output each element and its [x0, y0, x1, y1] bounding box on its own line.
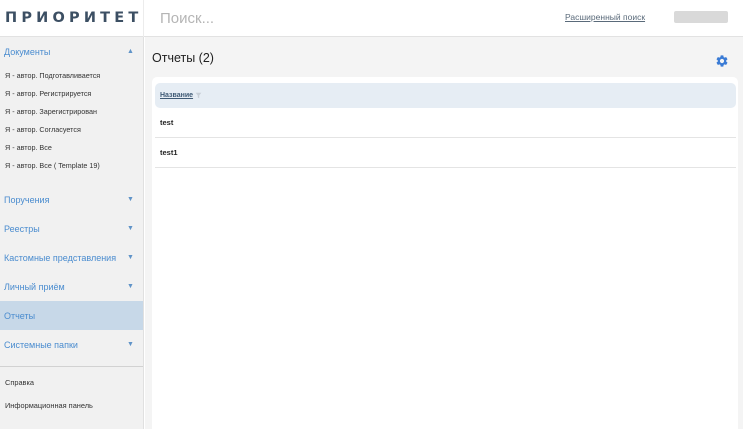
reports-table: Название test test1 [152, 77, 738, 429]
main-content: Отчеты (2) Название test test1 [145, 37, 743, 429]
chevron-down-icon[interactable]: ▼ [127, 272, 134, 301]
sidebar-section-personal-reception[interactable]: Личный приём ▼ [0, 272, 143, 301]
row-name[interactable]: test1 [160, 148, 178, 157]
sidebar-section-label: Документы [4, 46, 51, 57]
chevron-down-icon[interactable]: ▼ [127, 243, 134, 272]
sidebar-section-label: Поручения [4, 194, 50, 205]
row-name[interactable]: test [160, 118, 173, 127]
chevron-down-icon[interactable]: ▼ [127, 185, 134, 214]
sidebar-section-label: Системные папки [4, 339, 78, 350]
sidebar-section-registers[interactable]: Реестры ▼ [0, 214, 143, 243]
user-name-block[interactable] [674, 11, 728, 23]
column-header-name[interactable]: Название [160, 92, 193, 99]
chevron-up-icon[interactable]: ▲ [127, 37, 134, 66]
logo-area[interactable]: ПРИОРИТЕТ [0, 0, 144, 37]
sidebar-section-label: Реестры [4, 223, 40, 234]
sidebar-item-registering[interactable]: Я - автор. Регистрируется [0, 84, 143, 102]
sidebar-section-custom-views[interactable]: Кастомные представления ▼ [0, 243, 143, 272]
sidebar-item-approving[interactable]: Я - автор. Согласуется [0, 120, 143, 138]
app-logo[interactable]: ПРИОРИТЕТ [5, 10, 142, 26]
table-row[interactable]: test1 [155, 138, 736, 168]
sidebar-section-assignments[interactable]: Поручения ▼ [0, 185, 143, 214]
top-bar: ПРИОРИТЕТ Расширенный поиск [0, 0, 743, 37]
sidebar-section-label: Отчеты [4, 310, 36, 321]
chevron-down-icon[interactable]: ▼ [127, 330, 134, 359]
sidebar-item-reports[interactable]: Отчеты [0, 301, 143, 330]
sidebar-item-all-template[interactable]: Я - автор. Все ( Template 19) [0, 156, 143, 174]
gear-icon[interactable] [715, 54, 729, 68]
sidebar-item-help[interactable]: Справка [0, 373, 143, 392]
sidebar-section-label: Личный приём [4, 281, 65, 292]
filter-icon[interactable] [195, 92, 202, 99]
table-row[interactable]: test [155, 108, 736, 138]
chevron-down-icon[interactable]: ▼ [127, 214, 134, 243]
sidebar: Документы ▲ Я - автор. Подготавливается … [0, 37, 144, 429]
advanced-search-link[interactable]: Расширенный поиск [565, 12, 645, 22]
page-title: Отчеты (2) [152, 51, 214, 65]
sidebar-item-all[interactable]: Я - автор. Все [0, 138, 143, 156]
sidebar-item-preparing[interactable]: Я - автор. Подготавливается [0, 66, 143, 84]
sidebar-section-label: Кастомные представления [4, 252, 117, 263]
sidebar-section-documents[interactable]: Документы ▲ [0, 37, 143, 66]
search-input[interactable] [160, 8, 540, 28]
table-header: Название [155, 83, 736, 108]
sidebar-item-registered[interactable]: Я - автор. Зарегистрирован [0, 102, 143, 120]
sidebar-item-dashboard[interactable]: Информационная панель [0, 396, 143, 415]
sidebar-section-system-folders[interactable]: Системные папки ▼ [0, 330, 143, 359]
